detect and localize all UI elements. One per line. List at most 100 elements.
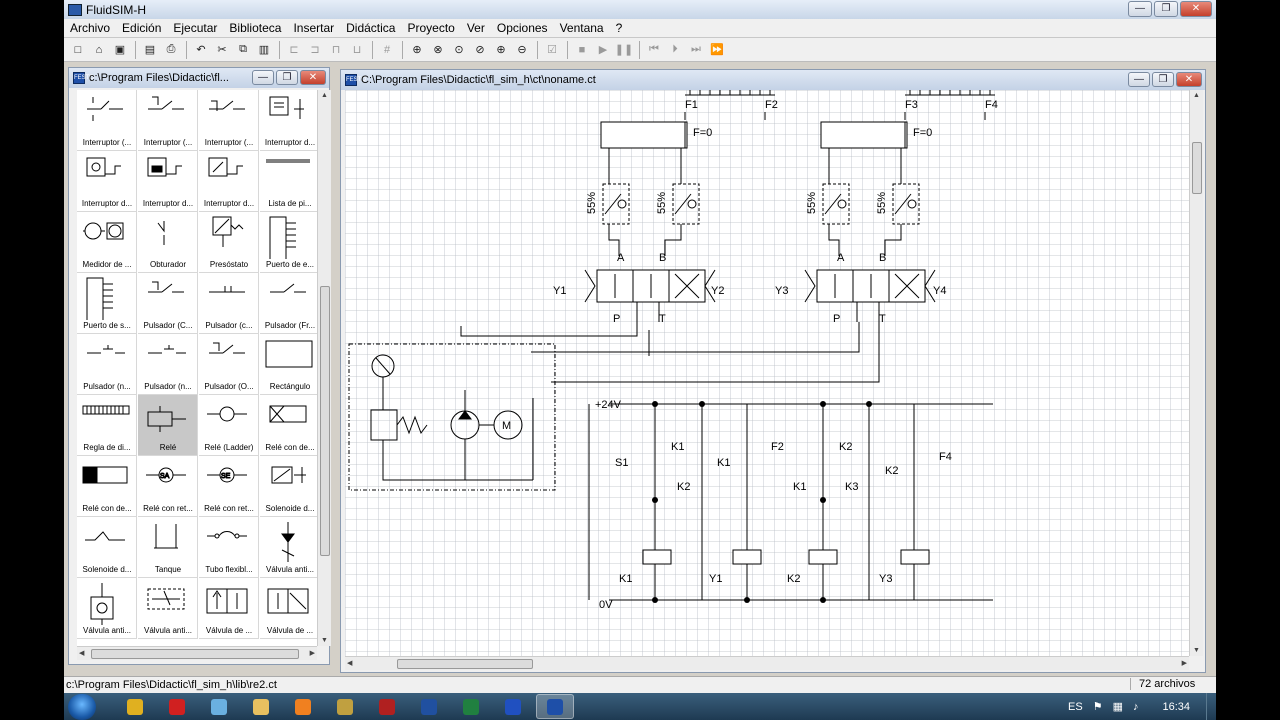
library-item[interactable]: Presóstato xyxy=(199,212,259,273)
menu-didactica[interactable]: Didáctica xyxy=(340,21,401,35)
open-lib-icon[interactable]: ▤ xyxy=(140,40,160,60)
library-item[interactable]: Pulsador (C... xyxy=(138,273,198,334)
menu-insertar[interactable]: Insertar xyxy=(287,21,340,35)
taskbar-button[interactable] xyxy=(536,694,574,719)
taskbar-button[interactable] xyxy=(368,694,406,719)
scroll-up-icon[interactable]: ▲ xyxy=(1193,92,1200,99)
undo-icon[interactable]: ↶ xyxy=(191,40,211,60)
menu-archivo[interactable]: Archivo xyxy=(64,21,116,35)
library-item[interactable]: Pulsador (O... xyxy=(199,334,259,395)
library-item[interactable]: Interruptor (... xyxy=(199,90,259,151)
scroll-down-icon[interactable]: ▼ xyxy=(321,637,328,644)
library-item[interactable]: Interruptor d... xyxy=(77,151,137,212)
zoom-fit-icon[interactable]: ⊗ xyxy=(428,40,448,60)
menu-edicion[interactable]: Edición xyxy=(116,21,167,35)
library-item[interactable]: Pulsador (n... xyxy=(138,334,198,395)
library-item[interactable]: Relé xyxy=(138,395,198,456)
library-item[interactable]: Interruptor (... xyxy=(138,90,198,151)
cut-icon[interactable]: ✂ xyxy=(212,40,232,60)
taskbar-button[interactable] xyxy=(242,694,280,719)
library-item[interactable]: Regla de di... xyxy=(77,395,137,456)
taskbar-button[interactable] xyxy=(494,694,532,719)
library-item[interactable]: Válvula anti... xyxy=(77,578,137,639)
clock[interactable]: 16:34 xyxy=(1162,701,1190,713)
canvas-hscroll-thumb[interactable] xyxy=(397,659,533,669)
library-item[interactable]: Interruptor d... xyxy=(260,90,317,151)
circuit-minimize-button[interactable]: — xyxy=(1128,72,1150,87)
circuit-window-titlebar[interactable]: FESTO C:\Program Files\Didactic\fl_sim_h… xyxy=(341,70,1205,90)
canvas-horizontal-scrollbar[interactable]: ◀ ▶ xyxy=(345,656,1189,670)
library-item[interactable]: Solenoide d... xyxy=(260,456,317,517)
save-icon[interactable]: ▣ xyxy=(110,40,130,60)
menu-proyecto[interactable]: Proyecto xyxy=(401,21,460,35)
library-item[interactable]: Solenoide d... xyxy=(77,517,137,578)
circuit-maximize-button[interactable]: ❐ xyxy=(1152,72,1174,87)
circuit-canvas[interactable]: M F1 F2 F3 F4 F=0 F=0 A B P T A B P T Y1… xyxy=(345,90,1189,656)
canvas-vscroll-thumb[interactable] xyxy=(1192,142,1202,194)
taskbar-button[interactable] xyxy=(452,694,490,719)
scroll-right-icon[interactable]: ▶ xyxy=(1182,659,1187,667)
show-desktop-button[interactable] xyxy=(1206,693,1216,720)
library-item[interactable]: Tubo flexibl... xyxy=(199,517,259,578)
taskbar-button[interactable] xyxy=(116,694,154,719)
scroll-up-icon[interactable]: ▲ xyxy=(321,92,328,99)
menu-ventana[interactable]: Ventana xyxy=(554,21,610,35)
library-item[interactable]: Tanque xyxy=(138,517,198,578)
library-item[interactable]: Interruptor d... xyxy=(199,151,259,212)
zoom-window-icon[interactable]: ⊙ xyxy=(449,40,469,60)
minimize-button[interactable]: — xyxy=(1128,1,1152,17)
library-item[interactable]: Válvula anti... xyxy=(138,578,198,639)
maximize-button[interactable]: ❐ xyxy=(1154,1,1178,17)
library-maximize-button[interactable]: ❐ xyxy=(276,70,298,85)
library-item[interactable]: Relé (Ladder) xyxy=(199,395,259,456)
new-icon[interactable]: □ xyxy=(68,40,88,60)
canvas-vertical-scrollbar[interactable]: ▲ ▼ xyxy=(1189,90,1203,656)
menu-ejecutar[interactable]: Ejecutar xyxy=(167,21,223,35)
scroll-left-icon[interactable]: ◀ xyxy=(347,659,352,667)
taskbar-button[interactable] xyxy=(284,694,322,719)
scroll-left-icon[interactable]: ◀ xyxy=(79,649,84,657)
library-item[interactable]: Pulsador (c... xyxy=(199,273,259,334)
zoom-in-icon[interactable]: ⊕ xyxy=(491,40,511,60)
library-item[interactable]: Relé con de... xyxy=(260,395,317,456)
taskbar-button[interactable] xyxy=(326,694,364,719)
menu-opciones[interactable]: Opciones xyxy=(491,21,554,35)
library-item[interactable]: Válvula anti... xyxy=(260,517,317,578)
library-item[interactable]: Interruptor (... xyxy=(77,90,137,151)
paste-icon[interactable]: ▥ xyxy=(254,40,274,60)
library-item[interactable]: Pulsador (Fr... xyxy=(260,273,317,334)
start-button[interactable] xyxy=(68,693,96,720)
taskbar-button[interactable] xyxy=(200,694,238,719)
library-vertical-scrollbar[interactable]: ▲ ▼ xyxy=(317,90,331,646)
close-button[interactable]: ✕ xyxy=(1180,1,1212,17)
zoom-prev-icon[interactable]: ⊘ xyxy=(470,40,490,60)
open-icon[interactable]: ⌂ xyxy=(89,40,109,60)
library-item[interactable]: Válvula de ... xyxy=(260,578,317,639)
scroll-right-icon[interactable]: ▶ xyxy=(310,649,315,657)
zoom-all-icon[interactable]: ⊕ xyxy=(407,40,427,60)
menu-help[interactable]: ? xyxy=(610,21,629,35)
taskbar-button[interactable] xyxy=(410,694,448,719)
library-item[interactable]: SA Relé con ret... xyxy=(138,456,198,517)
tray-network-icon[interactable]: ▦ xyxy=(1113,700,1123,713)
zoom-out-icon[interactable]: ⊖ xyxy=(512,40,532,60)
library-hscroll-thumb[interactable] xyxy=(91,649,299,659)
library-item[interactable]: Válvula de ... xyxy=(199,578,259,639)
library-item[interactable]: Puerto de e... xyxy=(260,212,317,273)
library-window-titlebar[interactable]: FESTO c:\Program Files\Didactic\fl... — … xyxy=(69,68,329,88)
copy-icon[interactable]: ⧉ xyxy=(233,40,253,60)
circuit-close-button[interactable]: ✕ xyxy=(1176,72,1202,87)
library-item[interactable]: Relé con de... xyxy=(77,456,137,517)
library-vscroll-thumb[interactable] xyxy=(320,286,330,556)
library-item[interactable]: Obturador xyxy=(138,212,198,273)
library-minimize-button[interactable]: — xyxy=(252,70,274,85)
library-item[interactable]: Medidor de ... xyxy=(77,212,137,273)
tray-flag-icon[interactable]: ⚑ xyxy=(1093,700,1103,713)
print-icon[interactable]: ⎙ xyxy=(161,40,181,60)
menu-ver[interactable]: Ver xyxy=(461,21,491,35)
library-item[interactable]: Pulsador (n... xyxy=(77,334,137,395)
tray-volume-icon[interactable]: ♪ xyxy=(1133,701,1139,713)
taskbar-button[interactable] xyxy=(158,694,196,719)
library-close-button[interactable]: ✕ xyxy=(300,70,326,85)
scroll-down-icon[interactable]: ▼ xyxy=(1193,647,1200,654)
